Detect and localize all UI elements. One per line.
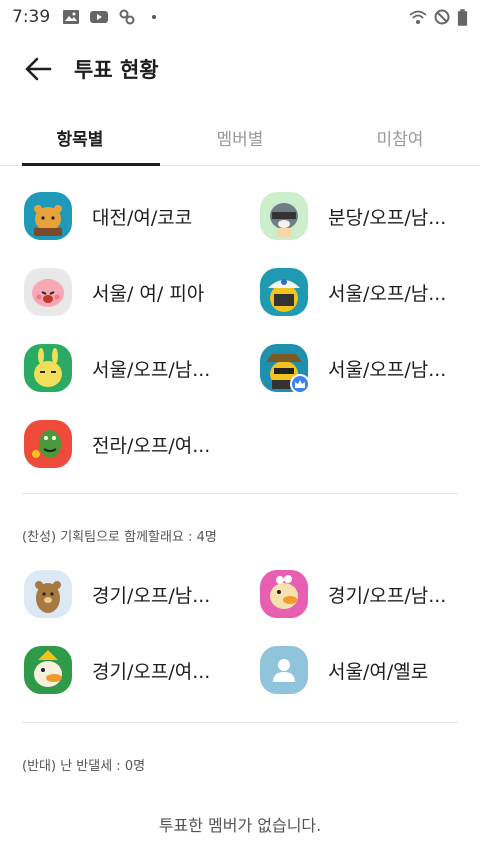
avatar: [260, 570, 308, 618]
member-item[interactable]: 서울/오프/남...: [260, 262, 446, 322]
character-avatar-icon: [32, 430, 61, 458]
section-label-disagree: (반대) 난 반댈세 : 0명: [22, 759, 146, 774]
member-item[interactable]: 서울/오프/남...: [260, 338, 446, 398]
member-name: 분당/오프/남...: [328, 206, 447, 229]
default-profile-icon: [273, 659, 295, 682]
back-arrow-icon: [25, 57, 52, 81]
character-avatar-icon: [34, 348, 62, 387]
status-system-icons: [409, 8, 468, 26]
tab-not-participating[interactable]: 미참여: [320, 110, 480, 165]
character-avatar-icon: [34, 205, 62, 236]
character-avatar-icon: [32, 279, 64, 307]
member-item[interactable]: 전라/오프/여...: [24, 414, 210, 474]
member-name: 전라/오프/여...: [92, 434, 211, 457]
avatar: [24, 192, 72, 240]
avatar: [24, 646, 72, 694]
avatar: [24, 570, 72, 618]
tab-bar: 항목별 멤버별 미참여: [0, 110, 480, 166]
member-name: 경기/오프/남...: [328, 584, 447, 607]
character-avatar-icon: [270, 203, 298, 237]
crown-icon: [295, 380, 305, 388]
status-notification-icons: [62, 9, 157, 25]
member-item[interactable]: 서울/ 여/ 피아: [24, 262, 204, 322]
image-icon: [63, 10, 80, 24]
app-icon: [119, 9, 135, 25]
dnd-icon: [434, 9, 450, 25]
avatar-wrapper: [260, 344, 310, 394]
avatar: [260, 646, 308, 694]
status-bar: 7:39: [0, 0, 480, 34]
section-label-agree: (찬성) 기획팀으로 함께할래요 : 4명: [22, 530, 217, 545]
member-name: 서울/오프/남...: [92, 358, 211, 381]
back-button[interactable]: [8, 40, 68, 98]
member-name: 서울/ 여/ 피아: [92, 282, 205, 305]
avatar: [24, 268, 72, 316]
avatar: [260, 268, 308, 316]
page-title: 투표 현황: [74, 58, 159, 82]
member-name: 서울/오프/남...: [328, 358, 447, 381]
avatar: [260, 192, 308, 240]
member-item[interactable]: 서울/오프/남...: [24, 338, 210, 398]
member-item[interactable]: 경기/오프/여...: [24, 640, 210, 700]
wifi-icon: [409, 10, 427, 24]
more-notifications-dot: [152, 15, 157, 19]
member-item[interactable]: 서울/여/옐로: [260, 640, 428, 700]
youtube-icon: [90, 11, 109, 23]
member-name: 서울/여/옐로: [328, 660, 429, 683]
section-divider: [22, 493, 458, 494]
member-name: 경기/오프/남...: [92, 584, 211, 607]
host-badge: [290, 374, 310, 394]
member-item[interactable]: 경기/오프/남...: [24, 564, 210, 624]
tab-by-member[interactable]: 멤버별: [160, 110, 320, 165]
empty-voters-message: 투표한 멤버가 없습니다.: [158, 816, 322, 835]
member-item[interactable]: 분당/오프/남...: [260, 186, 446, 246]
avatar: [24, 420, 72, 468]
avatar: [24, 344, 72, 392]
member-item[interactable]: 대전/여/코코: [24, 186, 192, 246]
character-avatar-icon: [35, 581, 61, 613]
member-item[interactable]: 경기/오프/남...: [260, 564, 446, 624]
tab-by-item[interactable]: 항목별: [0, 110, 160, 166]
status-time: 7:39: [12, 7, 51, 27]
character-avatar-icon: [268, 279, 300, 312]
character-avatar-icon: [34, 650, 62, 687]
member-name: 서울/오프/남...: [328, 282, 447, 305]
app-header: 투표 현황: [0, 40, 480, 98]
section-divider: [22, 722, 458, 723]
character-avatar-icon: [270, 575, 298, 609]
member-name: 경기/오프/여...: [92, 660, 211, 683]
member-name: 대전/여/코코: [92, 206, 193, 229]
battery-icon: [457, 8, 468, 26]
